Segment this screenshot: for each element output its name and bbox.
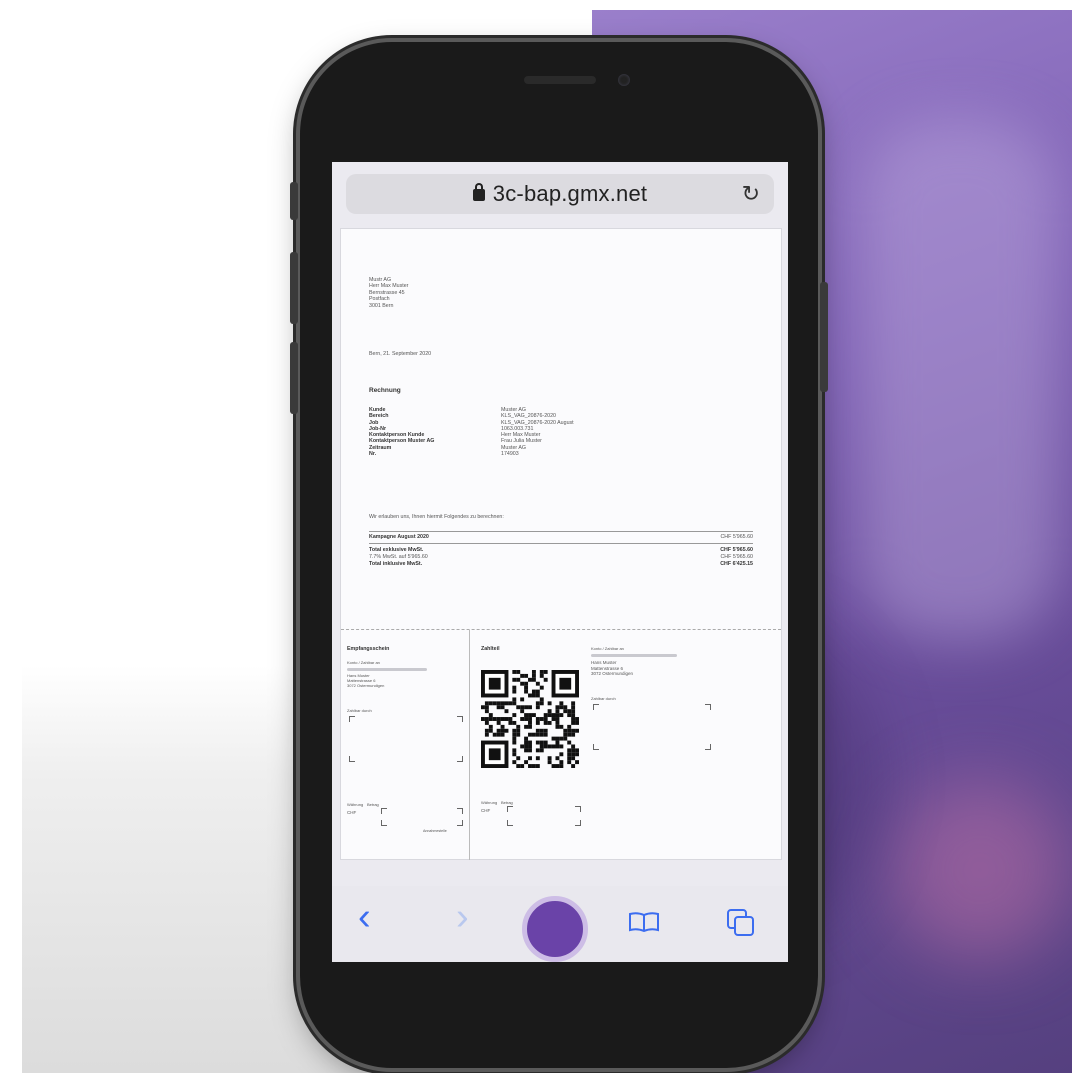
payment-payable-by: Zahlbar durch [591,696,616,701]
field-corner [507,820,513,826]
total-amount: CHF 5'965.60 [720,554,753,560]
earpiece-speaker [524,76,596,84]
divider [369,531,753,532]
recipient-address: Mustr AG Herr Max Muster Bernstrasse 45 … [369,277,408,309]
line-item-amount: CHF 5'965.60 [720,534,753,540]
volume-up-button [290,252,298,324]
field-corner [457,716,463,722]
phone-frame: 3c-bap.gmx.net ↻ Mustr AG Herr Max Muste… [290,42,828,1068]
meta-key: Nr. [369,451,377,458]
lock-icon [472,183,485,201]
field-corner [457,808,463,814]
invoice-intro: Wir erlauben uns, Ihnen hiermit Folgende… [369,514,504,520]
field-corner [705,704,711,710]
address-line: 3001 Bern [369,302,394,309]
address-line: Herr Max Muster [369,283,409,290]
total-row: 7.7% MwSt. auf 5'965.60 CHF 5'965.60 [369,554,753,560]
field-corner [575,806,581,812]
total-row: Total inklusive MwSt. CHF 6'425.15 [369,561,753,567]
field-corner [349,716,355,722]
divider [369,543,753,544]
receipt-amount-label: Betrag [367,802,379,807]
payment-title: Zahlteil [481,646,500,652]
field-corner [593,744,599,750]
payment-currency: CHF [481,808,491,813]
field-corner [507,806,513,812]
invoice-meta: Kunde Muster AG Bereich KLS_VAG_20876-2020… [369,407,739,457]
line-item-label: Kampagne August 2020 [369,534,429,540]
slip-divider [469,630,470,860]
total-row: Total exklusive MwSt. CHF 5'965.60 [369,547,753,553]
invoice-document: Mustr AG Herr Max Muster Bernstrasse 45 … [340,228,782,860]
total-label: Total inklusive MwSt. [369,561,423,567]
qr-payment-slip: Empfangsschein Konto / Zahlbar an Hans M… [341,629,781,860]
phone-screen: 3c-bap.gmx.net ↻ Mustr AG Herr Max Muste… [332,162,788,962]
field-corner [575,820,581,826]
background-blur [890,780,1070,960]
receipt-account-label: Konto / Zahlbar an [347,660,380,665]
address-bar[interactable]: 3c-bap.gmx.net ↻ [346,174,774,214]
field-corner [593,704,599,710]
total-amount: CHF 5'965.60 [720,547,753,553]
receipt-payable-by: Zahlbar durch [347,708,372,713]
field-corner [381,820,387,826]
payment-address: Hans Muster Mattenstrasse 6 3072 Ostermu… [591,660,633,677]
payment-account-label: Konto / Zahlbar an [591,646,624,651]
receipt-acceptance: Annahmestelle [423,829,447,833]
volume-down-button [290,342,298,414]
payment-line: 3072 Ostermundigen [591,671,634,676]
browser-toolbar: ‹ › [332,886,788,962]
forward-icon[interactable]: › [456,896,469,939]
back-icon[interactable]: ‹ [358,896,371,939]
reload-icon[interactable]: ↻ [742,182,760,206]
qr-code [481,670,579,768]
record-button[interactable] [522,896,588,962]
bookmarks-icon[interactable] [628,912,660,932]
total-label: Total exklusive MwSt. [369,547,424,553]
field-corner [457,756,463,762]
power-button [820,282,828,392]
receipt-address: Hans Muster Mattenstrasse 6 3072 Ostermu… [347,673,384,688]
total-label: 7.7% MwSt. auf 5'965.60 [369,554,428,560]
payment-currency-label: Währung [481,800,498,805]
line-item: Kampagne August 2020 CHF 5'965.60 [369,534,753,540]
tabs-icon[interactable] [726,908,756,938]
mute-switch [290,182,298,220]
field-corner [705,744,711,750]
background-blur [860,120,1060,640]
url-text: 3c-bap.gmx.net [492,181,648,206]
field-corner [381,808,387,814]
invoice-date: Bern, 21. September 2020 [369,351,432,357]
field-corner [349,756,355,762]
meta-value: 174903 [501,451,519,458]
receipt-line: 3072 Ostermundigen [347,683,385,688]
total-amount: CHF 6'425.15 [720,561,753,567]
invoice-title: Rechnung [369,387,401,394]
receipt-currency: CHF [347,810,357,815]
field-corner [457,820,463,826]
meta-row: Nr. 174903 [369,451,739,457]
blurred-iban [347,668,427,671]
front-camera [618,74,630,86]
receipt-currency-label: Währung [347,802,364,807]
blurred-iban [591,654,677,657]
receipt-title: Empfangsschein [347,646,390,652]
